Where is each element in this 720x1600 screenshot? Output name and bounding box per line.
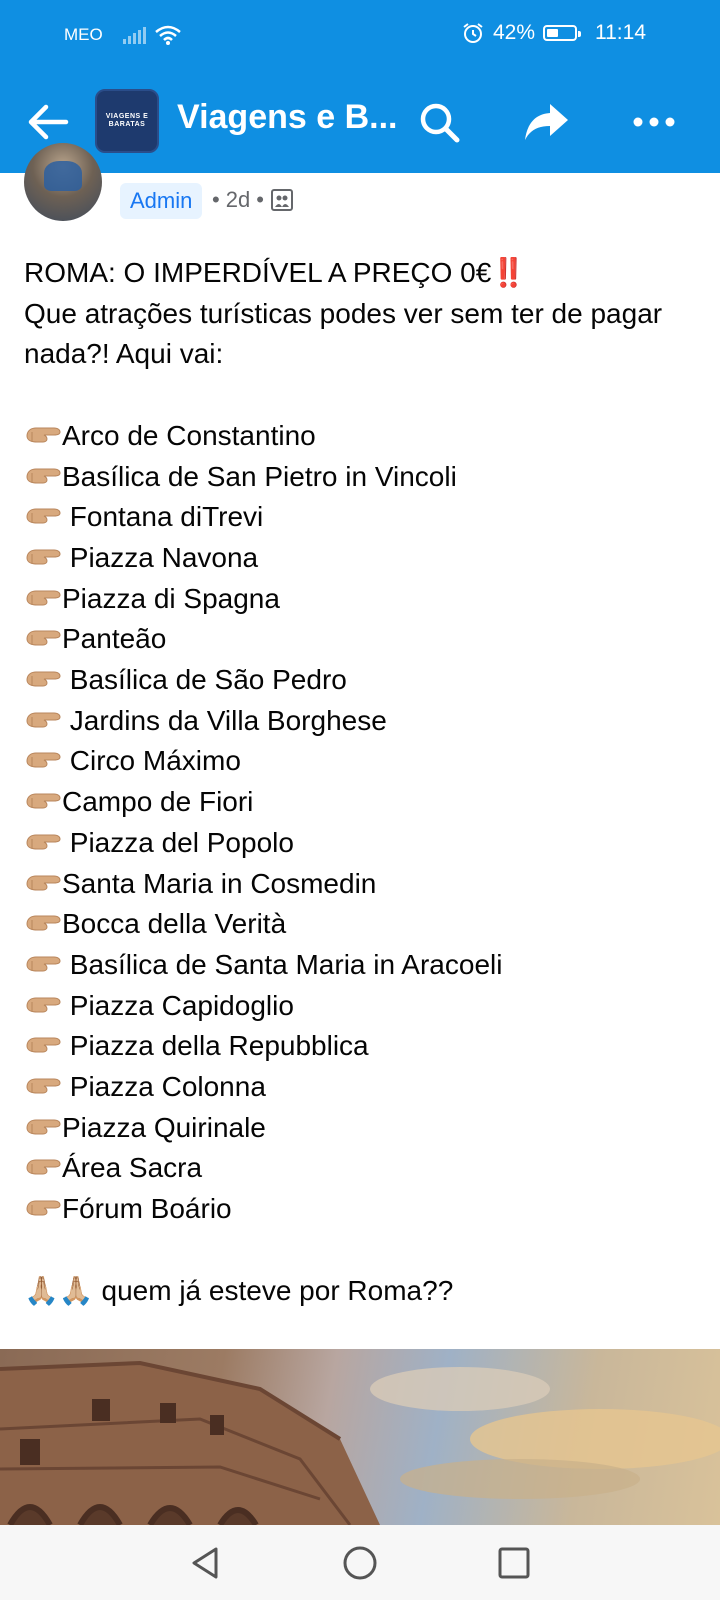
pointing-hand-icon (24, 624, 62, 652)
wifi-icon (154, 25, 181, 45)
pointing-hand-icon (24, 421, 62, 449)
alarm-icon (463, 23, 483, 43)
post-closing: 🙏🏼🙏🏼 quem já esteve por Roma?? (24, 1271, 704, 1312)
pointing-hand-icon (24, 1194, 62, 1222)
place-name: Piazza Navona (62, 541, 259, 573)
place-name: Fontana diTrevi (62, 501, 264, 533)
status-bar: MEO 42% 11:14 (0, 0, 720, 70)
place-item: Piazza Navona (24, 538, 704, 579)
place-item: Piazza Colonna (24, 1067, 704, 1108)
place-item: Fontana diTrevi (24, 497, 704, 538)
place-name: Circo Máximo (62, 745, 241, 777)
place-item: Bocca della Verità (24, 904, 704, 945)
pointing-hand-icon (24, 1031, 62, 1059)
pointing-hand-icon (24, 991, 62, 1019)
status-left: MEO (64, 24, 182, 46)
post-header: Admin • 2d • (0, 143, 720, 233)
role-badge: Admin (120, 183, 203, 219)
post-intro: Que atrações turísticas podes ver sem te… (24, 297, 663, 370)
place-name: Santa Maria in Cosmedin (62, 867, 377, 899)
share-icon[interactable] (522, 98, 570, 146)
back-triangle-icon[interactable] (186, 1543, 226, 1583)
clock: 11:14 (595, 21, 646, 44)
place-name: Área Sacra (62, 1152, 203, 1184)
group-title[interactable]: Viagens e B... (177, 98, 397, 137)
place-item: Campo de Fiori (24, 782, 704, 823)
place-name: Basílica de San Pietro in Vincoli (62, 460, 457, 492)
place-item: Piazza di Spagna (24, 579, 704, 620)
place-name: Campo de Fiori (62, 786, 254, 818)
place-name: Jardins da Villa Borghese (62, 704, 387, 736)
back-arrow-icon[interactable] (24, 98, 72, 146)
post-photo[interactable] (0, 1349, 720, 1525)
pointing-hand-icon (24, 828, 62, 856)
group-icon (270, 189, 293, 211)
post-headline: ROMA: O IMPERDÍVEL A PREÇO 0€‼️ (24, 257, 527, 288)
place-name: Bocca della Verità (62, 908, 287, 940)
place-name: Basílica de Santa Maria in Aracoeli (62, 948, 503, 980)
pointing-hand-icon (24, 1113, 62, 1141)
status-right: 42% 11:14 (461, 21, 646, 45)
place-item: Piazza Quirinale (24, 1108, 704, 1149)
place-item: Área Sacra (24, 1148, 704, 1189)
closing-text: quem já esteve por Roma?? (93, 1274, 454, 1306)
place-item: Panteão (24, 619, 704, 660)
pointing-hand-icon (24, 787, 62, 815)
pray-emoji: 🙏🏼🙏🏼 (24, 1274, 94, 1306)
place-item: Basílica de São Pedro (24, 660, 704, 701)
pointing-hand-icon (24, 950, 62, 978)
place-item: Piazza del Popolo (24, 823, 704, 864)
place-item: Circo Máximo (24, 741, 704, 782)
place-item: Piazza Capidoglio (24, 986, 704, 1027)
pointing-hand-icon (24, 584, 62, 612)
place-name: Piazza di Spagna (62, 582, 280, 614)
pointing-hand-icon (24, 1072, 62, 1100)
post-body: ROMA: O IMPERDÍVEL A PREÇO 0€‼️ Que atra… (24, 253, 704, 1311)
place-name: Panteão (62, 623, 167, 655)
signal-icon (122, 26, 146, 44)
pointing-hand-icon (24, 746, 62, 774)
place-item: Basílica de Santa Maria in Aracoeli (24, 945, 704, 986)
place-item: Arco de Constantino (24, 416, 704, 457)
pointing-hand-icon (24, 462, 62, 490)
place-name: Piazza del Popolo (62, 826, 294, 858)
pointing-hand-icon (24, 543, 62, 571)
battery-icon (543, 25, 581, 41)
post-age[interactable]: 2d (226, 187, 250, 213)
pointing-hand-icon (24, 665, 62, 693)
pointing-hand-icon (24, 502, 62, 530)
more-icon[interactable] (630, 98, 678, 146)
battery-percent: 42% (492, 21, 535, 44)
pointing-hand-icon (24, 1153, 62, 1181)
place-item: Santa Maria in Cosmedin (24, 864, 704, 905)
place-item: Piazza della Repubblica (24, 1026, 704, 1067)
author-avatar[interactable] (24, 143, 102, 221)
search-icon[interactable] (415, 98, 463, 146)
post-meta: • 2d • (212, 187, 294, 213)
place-name: Piazza Quirinale (62, 1111, 266, 1143)
recents-square-icon[interactable] (494, 1543, 534, 1583)
place-name: Piazza Capidoglio (62, 989, 294, 1021)
home-circle-icon[interactable] (340, 1543, 380, 1583)
app-bar: VIAGENS E BARATAS Viagens e B... (0, 70, 720, 173)
group-logo-text: VIAGENS E BARATAS (105, 113, 149, 128)
colosseum-image (0, 1360, 720, 1525)
pointing-hand-icon (24, 706, 62, 734)
place-name: Fórum Boário (62, 1193, 232, 1225)
place-name: Piazza Colonna (62, 1071, 266, 1103)
pointing-hand-icon (24, 869, 62, 897)
meta-separator-2: • (256, 187, 264, 212)
places-list: Arco de Constantino Basílica de San Pietr… (24, 416, 704, 1230)
group-logo[interactable]: VIAGENS E BARATAS (95, 89, 159, 153)
place-name: Arco de Constantino (62, 419, 316, 451)
carrier-name: MEO (64, 25, 103, 44)
place-name: Basílica de São Pedro (62, 664, 347, 696)
meta-separator: • (212, 187, 220, 212)
pointing-hand-icon (24, 909, 62, 937)
place-item: Basílica de San Pietro in Vincoli (24, 457, 704, 498)
place-item: Fórum Boário (24, 1189, 704, 1230)
place-name: Piazza della Repubblica (62, 1030, 369, 1062)
system-nav-bar (0, 1525, 720, 1600)
place-item: Jardins da Villa Borghese (24, 701, 704, 742)
